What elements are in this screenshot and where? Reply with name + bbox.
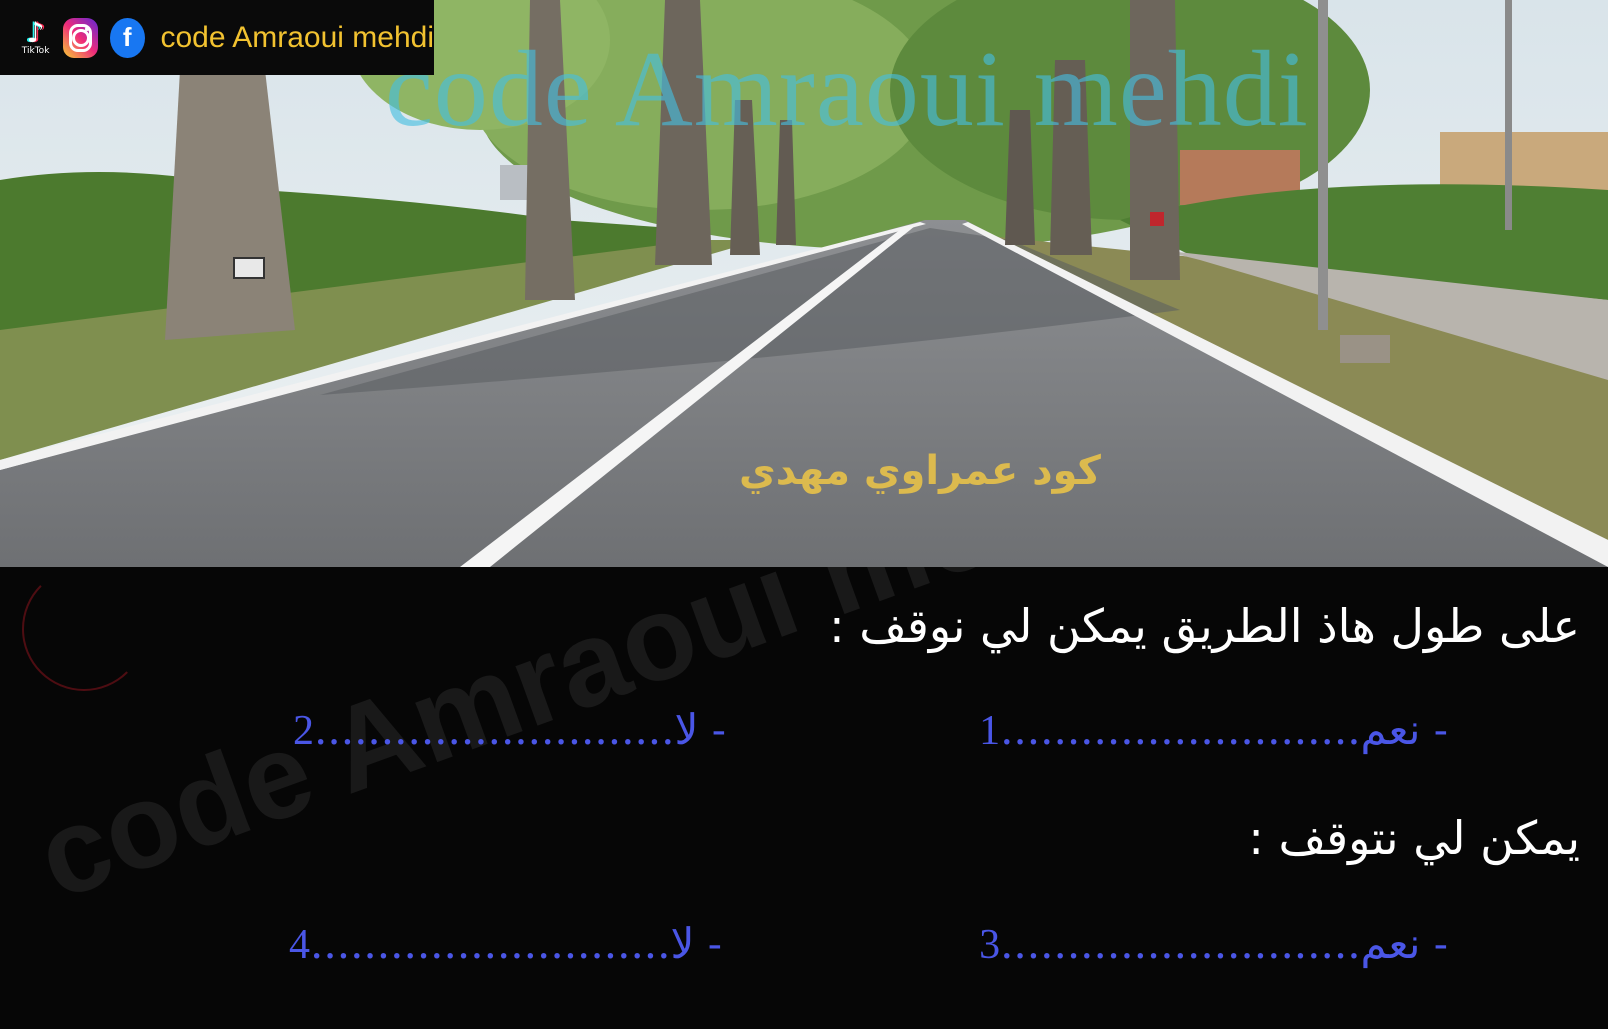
answer-2-number: 2 [293,708,315,754]
answer-3-number: 3 [979,922,1001,968]
road-scene-image: code Amraoui mehdi كود عمراوي مهدي [0,0,1608,567]
brand-text: code Amraoui mehdi [160,20,435,54]
answer-option-4[interactable]: - لا...........................4 [289,919,722,969]
answer-1-number: 1 [979,708,1001,754]
arabic-caption: كود عمراوي مهدي [739,448,1101,494]
answer-3-dots: ........................... [1000,919,1361,968]
quiz-panel: code Amraoui mehdi على طول هاذ الطريق يم… [0,567,1608,1029]
watermark-top: code Amraoui mehdi [385,30,1309,149]
tiktok-note-glyph: ♪ [26,16,45,49]
tiktok-label: TikTok [21,46,50,56]
answer-4-text: - لا [670,919,723,968]
answer-option-2[interactable]: - لا...........................2 [293,705,726,755]
instagram-icon[interactable] [63,17,98,58]
instagram-dot [84,26,89,31]
social-bar: ♪ TikTok f code Amraoui mehdi [0,0,434,75]
tiktok-icon[interactable]: ♪ TikTok [20,18,51,58]
answer-1-dots: ........................... [1000,705,1361,754]
answer-3-text: - نعم [1360,919,1448,968]
answer-4-number: 4 [289,922,311,968]
answer-option-1[interactable]: - نعم...........................1 [979,705,1448,755]
answer-option-3[interactable]: - نعم...........................3 [979,919,1448,969]
facebook-icon[interactable]: f [109,17,145,58]
answer-2-text: - لا [674,705,727,754]
answer-4-dots: ........................... [310,919,671,968]
answer-1-text: - نعم [1360,705,1448,754]
question-2: يمكن لي نتوقف : [1248,811,1580,865]
decorative-circle [22,567,146,691]
answer-2-dots: ........................... [314,705,675,754]
question-1: على طول هاذ الطريق يمكن لي نوقف : [829,599,1580,653]
